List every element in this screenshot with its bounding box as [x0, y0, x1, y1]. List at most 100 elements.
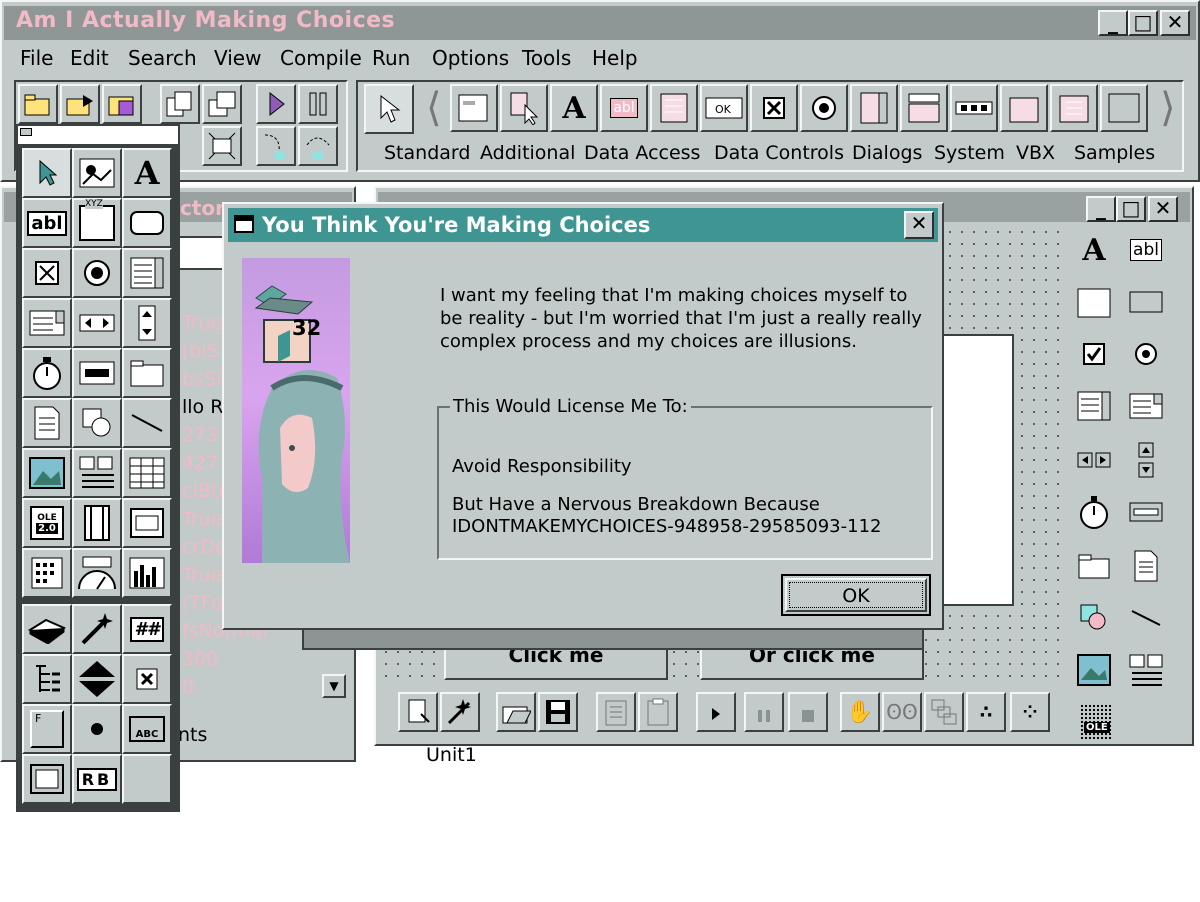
palette-groupbox[interactable] — [1000, 84, 1048, 132]
pal-line[interactable] — [122, 398, 172, 448]
view-form-button[interactable] — [202, 84, 242, 124]
prop-value-3[interactable]: llo R — [182, 396, 223, 418]
pal-timer[interactable] — [22, 348, 72, 398]
palette-memo[interactable] — [650, 84, 698, 132]
watch-button[interactable]: ʘʘ — [882, 692, 922, 732]
tab-data-controls[interactable]: Data Controls — [710, 142, 848, 170]
step-button[interactable]: ∴ — [966, 692, 1006, 732]
menu-compile[interactable]: Compile — [280, 46, 362, 70]
minimize-button[interactable]: _ — [1098, 10, 1128, 36]
pal-maskedit[interactable]: ## — [122, 604, 172, 654]
prop-value-12[interactable]: 300 — [182, 648, 218, 670]
right-panel-tool[interactable] — [1128, 494, 1164, 530]
trace-into-button[interactable] — [256, 126, 296, 166]
pal-wand[interactable] — [72, 604, 122, 654]
palette-listbox[interactable] — [850, 84, 898, 132]
new-form-button[interactable] — [398, 692, 438, 732]
pal-abc[interactable]: ABC — [122, 704, 172, 754]
pal-grid[interactable] — [122, 448, 172, 498]
trace-button[interactable]: ⁘ — [1010, 692, 1050, 732]
pause-form-button[interactable] — [744, 692, 784, 732]
pal-rb[interactable]: RB — [72, 754, 122, 804]
menu-file[interactable]: File — [20, 46, 53, 70]
menu-help[interactable]: Help — [592, 46, 638, 70]
prop-value-10[interactable]: (TFo — [182, 592, 223, 614]
pal-image[interactable] — [72, 148, 122, 198]
pal-picture[interactable] — [22, 448, 72, 498]
pal-button[interactable] — [122, 198, 172, 248]
prop-value-9[interactable]: True — [182, 564, 222, 586]
option-avoid-responsibility[interactable]: Avoid Responsibility — [452, 456, 632, 477]
prop-value-2[interactable]: bsSi — [182, 368, 221, 390]
right-hscroll-tool[interactable] — [1076, 442, 1112, 478]
pal-chart[interactable] — [122, 548, 172, 598]
save-button[interactable] — [538, 692, 578, 732]
right-image-tool[interactable] — [1076, 652, 1112, 688]
pal-radio[interactable] — [72, 248, 122, 298]
pal-form[interactable]: F — [22, 704, 72, 754]
pal-notebook[interactable] — [122, 348, 172, 398]
pal-bevel[interactable] — [72, 348, 122, 398]
pal-media[interactable] — [72, 448, 122, 498]
pal-ole[interactable]: OLE 2.0 — [22, 498, 72, 548]
right-button-tool[interactable] — [1128, 284, 1164, 320]
tab-vbx[interactable]: VBX — [1012, 142, 1059, 170]
pal-label[interactable]: A — [122, 148, 172, 198]
palette-popupmenu[interactable] — [500, 84, 548, 132]
pal-combobox[interactable] — [22, 298, 72, 348]
prop-value-13[interactable]: 0 — [182, 676, 194, 698]
pal-vscroll[interactable] — [122, 298, 172, 348]
stack-button[interactable] — [924, 692, 964, 732]
form-close-button[interactable]: ✕ — [1148, 196, 1178, 222]
right-vscroll-tool[interactable] — [1128, 442, 1164, 478]
right-checkbox-tool[interactable] — [1076, 336, 1112, 372]
prop-value-1[interactable]: [biS — [182, 340, 219, 362]
right-timer-tool[interactable] — [1076, 494, 1112, 530]
tab-system[interactable]: System — [930, 142, 1009, 170]
right-document-tool[interactable] — [1128, 548, 1164, 584]
view-unit-button[interactable] — [160, 84, 200, 124]
tab-dialogs[interactable]: Dialogs — [848, 142, 926, 170]
pal-gauge[interactable] — [72, 548, 122, 598]
tool-palette-caption[interactable] — [18, 126, 178, 144]
maximize-button[interactable]: □ — [1128, 10, 1158, 36]
pal-outline[interactable] — [22, 654, 72, 704]
right-groupbox-tool[interactable] — [1076, 284, 1112, 320]
palette-edit[interactable]: abl — [600, 84, 648, 132]
right-edit-tool[interactable]: abl — [1128, 232, 1164, 268]
pal-calendar[interactable] — [22, 548, 72, 598]
pal-dbtools[interactable] — [122, 498, 172, 548]
palette-radiogroup[interactable] — [1050, 84, 1098, 132]
prop-value-4[interactable]: 273 — [182, 424, 218, 446]
inspector-tab-events[interactable]: nts — [178, 724, 207, 746]
tab-samples[interactable]: Samples — [1070, 142, 1159, 170]
toggle-form-button[interactable] — [202, 126, 242, 166]
option-breakdown-line2[interactable]: IDONTMAKEMYCHOICES-948958-29585093-112 — [452, 516, 881, 537]
pointer-tool[interactable] — [364, 84, 414, 134]
palette-label[interactable]: A — [550, 84, 598, 132]
prop-value-5[interactable]: 427 — [182, 452, 218, 474]
palette-button[interactable]: OK — [700, 84, 748, 132]
menu-edit[interactable]: Edit — [70, 46, 109, 70]
right-shape-tool[interactable] — [1076, 600, 1112, 636]
right-combobox-tool[interactable] — [1128, 388, 1164, 424]
dialog-close-button[interactable]: ✕ — [904, 211, 934, 239]
pause-button[interactable] — [298, 84, 338, 124]
prop-value-7[interactable]: True — [182, 508, 222, 530]
tab-standard[interactable]: Standard — [380, 142, 474, 170]
scroll-right-icon[interactable]: ⟩ — [1160, 88, 1176, 128]
palette-scrollbar[interactable] — [950, 84, 998, 132]
pal-cube[interactable] — [22, 604, 72, 654]
tool-palette-sysmenu-icon[interactable] — [20, 128, 32, 136]
open-project-button[interactable] — [18, 84, 58, 124]
palette-radiobutton[interactable] — [800, 84, 848, 132]
right-line-tool[interactable] — [1128, 600, 1164, 636]
close-button[interactable]: ✕ — [1160, 10, 1190, 36]
tab-data-access[interactable]: Data Access — [580, 142, 704, 170]
menu-options[interactable]: Options — [432, 46, 509, 70]
palette-panel[interactable] — [1100, 84, 1148, 132]
pal-checkbox[interactable] — [22, 248, 72, 298]
prop-value-0[interactable]: True — [182, 312, 222, 334]
pal-panel[interactable] — [22, 754, 72, 804]
palette-combobox[interactable] — [900, 84, 948, 132]
